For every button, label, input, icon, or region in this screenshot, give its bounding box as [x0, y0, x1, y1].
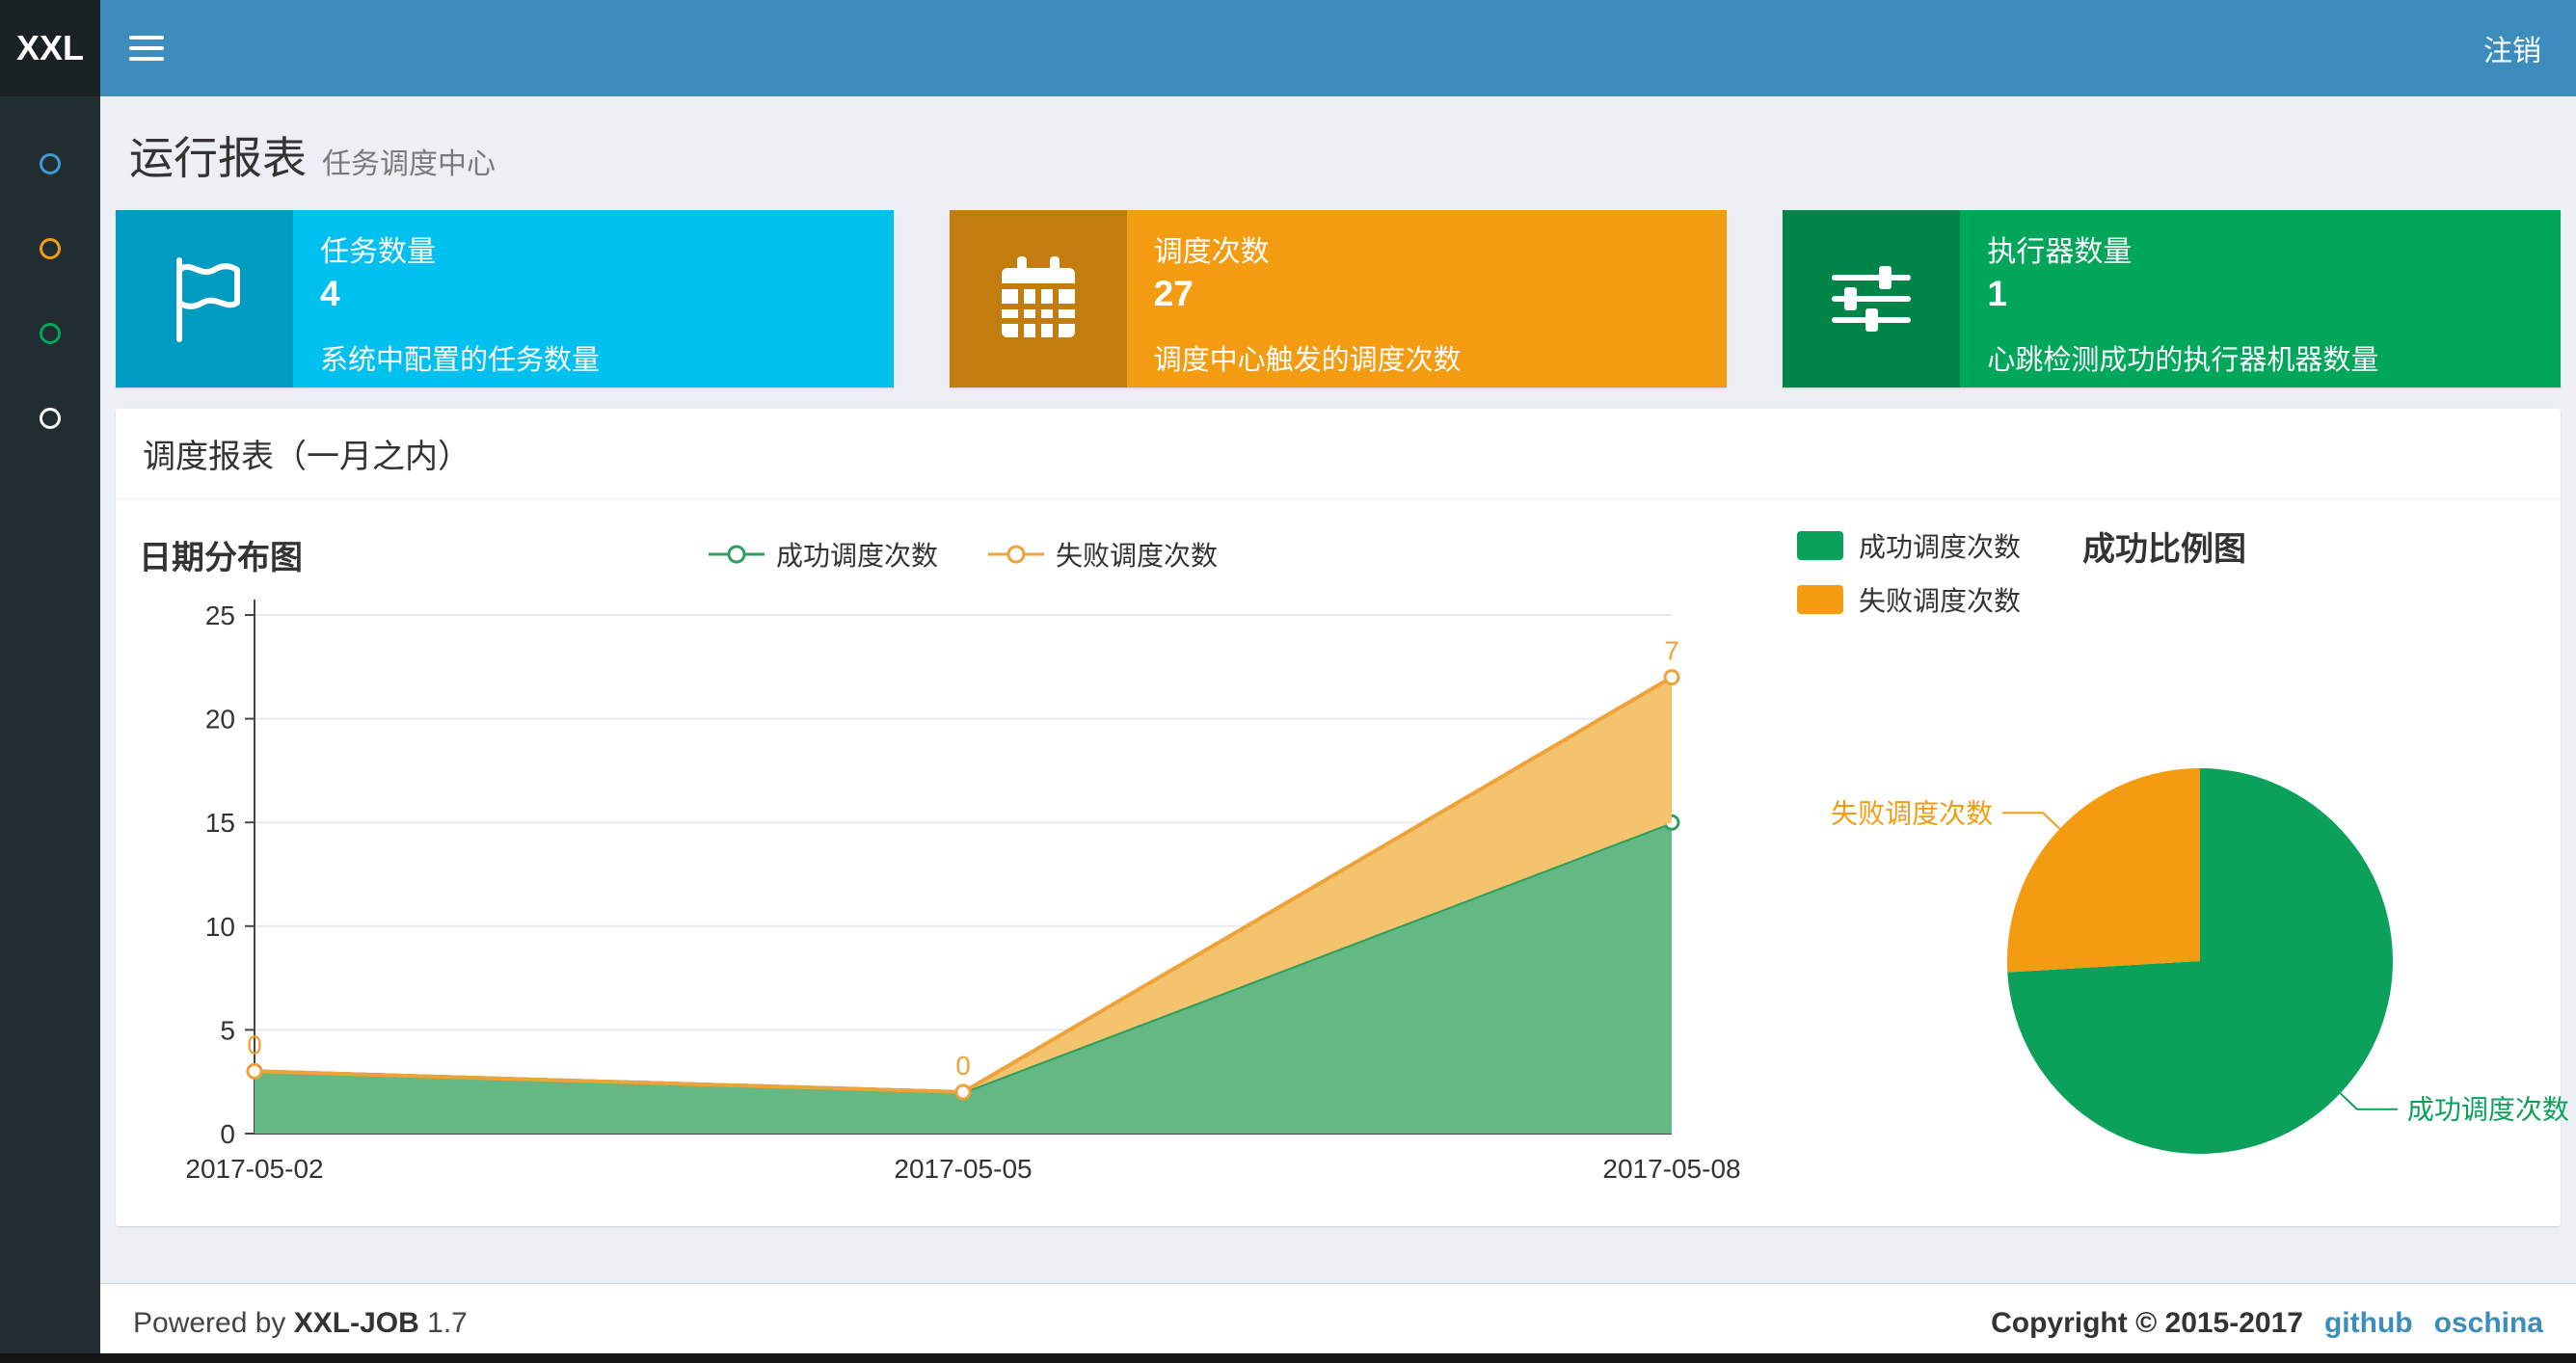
page-subtitle: 任务调度中心	[322, 148, 496, 180]
page-title: 运行报表 任务调度中心	[129, 123, 2561, 187]
svg-text:成功调度次数: 成功调度次数	[2407, 1095, 2569, 1125]
pie-chart-svg: 成功调度次数 失败调度次数	[1831, 768, 2569, 1154]
pie-slice	[2006, 768, 2200, 973]
line-chart-legend: 成功调度次数 失败调度次数	[303, 535, 1623, 574]
info-box-desc: 系统中配置的任务数量	[320, 345, 601, 376]
flag-icon	[116, 210, 293, 388]
info-box-body: 任务数量 4 系统中配置的任务数量	[293, 210, 894, 388]
sidebar-toggle-button[interactable]	[100, 0, 193, 96]
line-chart-svg: 05101520252017-05-02 2017-05-05 2017-05-08…	[185, 600, 1741, 1184]
logo[interactable]: XXL	[0, 0, 100, 96]
logout-link[interactable]: 注销	[2483, 27, 2541, 69]
sliders-icon	[1783, 210, 1961, 388]
legend-label: 成功调度次数	[775, 541, 938, 571]
legend-item[interactable]: 成功调度次数	[708, 535, 938, 574]
legend-item[interactable]: 失败调度次数	[1797, 580, 2021, 619]
screen-bottom-edge	[0, 1353, 2576, 1363]
copyright: Copyright © 2015-2017	[1991, 1307, 2303, 1339]
svg-text:2017-05-02: 2017-05-02	[185, 1154, 323, 1184]
pie-chart-title: 成功比例图	[2082, 531, 2247, 568]
svg-text:0: 0	[247, 1029, 262, 1059]
svg-text:25: 25	[205, 601, 235, 630]
oschina-link[interactable]: oschina	[2434, 1307, 2543, 1340]
calendar-icon	[949, 210, 1127, 388]
version: 1.7	[427, 1307, 468, 1339]
legend-swatch-icon	[1797, 531, 1843, 560]
circle-icon	[40, 153, 61, 174]
github-link[interactable]: github	[2324, 1307, 2413, 1340]
logo-text: XXL	[15, 28, 84, 67]
svg-text:15: 15	[205, 808, 235, 838]
info-box-value: 4	[320, 274, 340, 313]
legend-item[interactable]: 成功调度次数	[1797, 526, 2021, 565]
sidebar-item-nav-dot-jobs[interactable]	[0, 206, 100, 291]
sidebar-item-nav-dot-help[interactable]	[0, 376, 100, 461]
legend-label: 失败调度次数	[1859, 586, 2022, 616]
pie-chart-legend: 成功调度次数 失败调度次数	[1797, 522, 2021, 619]
page-title-text: 运行报表	[129, 133, 307, 183]
footer-right: Copyright © 2015-2017 github oschina	[1991, 1307, 2543, 1340]
info-box-title: 任务数量	[320, 236, 436, 268]
report-panel: 调度报表（一月之内） 日期分布图 成功调度次数 失败调度次数 0 5 10 15 20 25…	[116, 409, 2569, 1226]
sidebar-item-nav-dot-report[interactable]	[0, 121, 100, 206]
footer: Powered by XXL-JOB 1.7 Copyright © 2015-…	[100, 1283, 2576, 1363]
sidebar	[0, 96, 100, 1363]
info-box-desc: 心跳检测成功的执行器机器数量	[1987, 345, 2379, 376]
svg-text:7: 7	[1664, 636, 1679, 666]
charts-area: 日期分布图 成功调度次数 失败调度次数 0 5 10 15 20 25 2017-05-02 2…	[116, 499, 2569, 1226]
info-box-value: 27	[1153, 274, 1194, 313]
info-box-executors: 执行器数量 1 心跳检测成功的执行器机器数量	[1783, 210, 2562, 388]
legend-label: 成功调度次数	[1859, 532, 2022, 562]
info-box-body: 执行器数量 1 心跳检测成功的执行器机器数量	[1960, 210, 2561, 388]
circle-icon	[40, 238, 61, 259]
sidebar-item-nav-dot-log[interactable]	[0, 291, 100, 376]
svg-text:10: 10	[205, 912, 235, 942]
info-box-title: 调度次数	[1153, 236, 1270, 268]
info-box-title: 执行器数量	[1987, 236, 2133, 268]
legend-swatch-icon	[1797, 585, 1843, 614]
info-box-triggers: 调度次数 27 调度中心触发的调度次数	[949, 210, 1728, 388]
main-content: 运行报表 任务调度中心 任务数量 4 系统中配置的任务数量 调度次数 27 调度…	[100, 96, 2576, 1363]
line-chart-header: 日期分布图 成功调度次数 失败调度次数	[139, 522, 1739, 586]
svg-text:2017-05-08: 2017-05-08	[1602, 1154, 1740, 1184]
legend-line-icon	[708, 545, 765, 564]
info-box-body: 调度次数 27 调度中心触发的调度次数	[1127, 210, 1728, 388]
legend-line-icon	[988, 545, 1044, 564]
legend-item[interactable]: 失败调度次数	[988, 535, 1218, 574]
circle-icon	[40, 323, 61, 344]
svg-text:0: 0	[220, 1119, 235, 1149]
pie-chart-header: 成功调度次数 失败调度次数 成功比例图	[1797, 522, 2541, 619]
date-distribution-chart: 日期分布图 成功调度次数 失败调度次数 0 5 10 15 20 25 2017-05-02 2…	[139, 522, 1741, 1203]
svg-text:失败调度次数: 失败调度次数	[1831, 798, 1993, 828]
powered-by: Powered by XXL-JOB 1.7	[133, 1307, 468, 1340]
success-ratio-chart: 成功调度次数 失败调度次数 成功比例图 成功调度次数 失败调度次数	[1739, 522, 2569, 1203]
powered-prefix: Powered by	[133, 1307, 286, 1339]
top-navbar: XXL 注销	[0, 0, 2576, 96]
info-box-desc: 调度中心触发的调度次数	[1153, 345, 1462, 376]
svg-text:5: 5	[220, 1015, 235, 1045]
info-box-value: 1	[1987, 274, 2007, 313]
svg-text:20: 20	[205, 705, 235, 735]
panel-title: 调度报表（一月之内）	[116, 409, 2561, 499]
info-box-row: 任务数量 4 系统中配置的任务数量 调度次数 27 调度中心触发的调度次数 执行…	[100, 210, 2576, 388]
svg-text:2017-05-05: 2017-05-05	[894, 1154, 1032, 1184]
line-chart-title: 日期分布图	[139, 539, 303, 576]
circle-icon	[40, 408, 61, 429]
hamburger-icon	[129, 36, 164, 61]
brand-name: XXL-JOB	[293, 1307, 419, 1339]
navbar-right: 注销	[2483, 0, 2576, 96]
legend-label: 失败调度次数	[1056, 541, 1219, 571]
svg-text:0: 0	[955, 1051, 971, 1081]
info-box-jobs: 任务数量 4 系统中配置的任务数量	[116, 210, 894, 388]
content-header: 运行报表 任务调度中心	[100, 96, 2576, 210]
